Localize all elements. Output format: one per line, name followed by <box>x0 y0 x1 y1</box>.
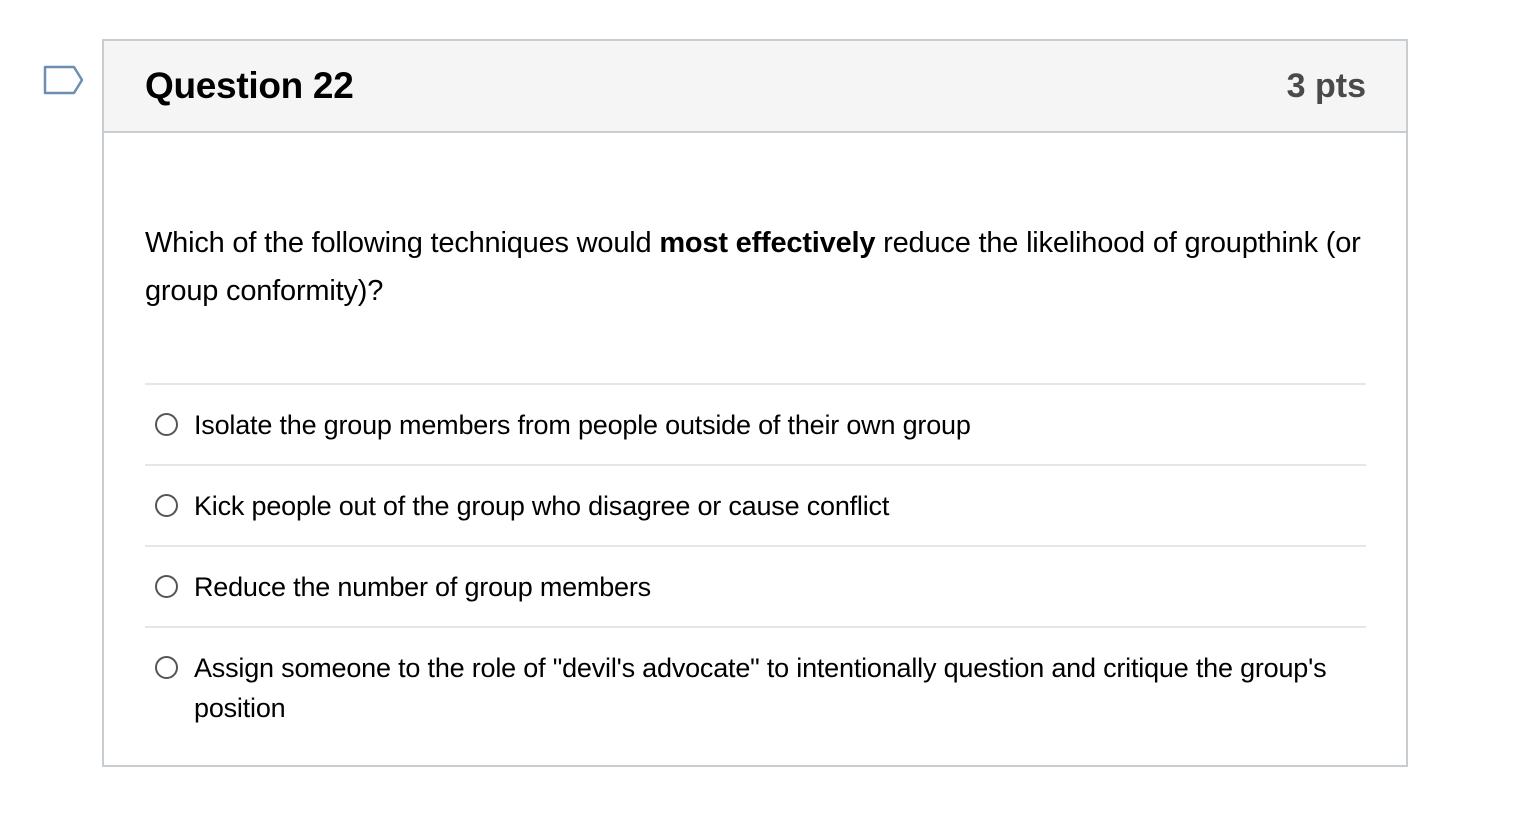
answer-label[interactable]: Isolate the group members from people ou… <box>194 405 971 445</box>
answer-option[interactable]: Isolate the group members from people ou… <box>145 385 1366 466</box>
radio-button[interactable] <box>155 656 178 679</box>
question-text-emphasis: most effectively <box>659 227 876 259</box>
question-points: 3 pts <box>1286 66 1366 105</box>
question-text-start: Which of the following techniques would <box>145 227 660 259</box>
answer-option[interactable]: Reduce the number of group members <box>145 547 1366 628</box>
question-title: Question 22 <box>145 65 354 106</box>
answer-option[interactable]: Kick people out of the group who disagre… <box>145 466 1366 547</box>
answer-label[interactable]: Kick people out of the group who disagre… <box>194 486 889 526</box>
flag-question-icon[interactable] <box>42 64 86 102</box>
question-card: Question 22 3 pts Which of the following… <box>102 39 1408 767</box>
question-text: Which of the following techniques would … <box>145 219 1366 315</box>
radio-button[interactable] <box>155 413 178 436</box>
radio-button[interactable] <box>155 575 178 598</box>
answer-list: Isolate the group members from people ou… <box>145 383 1366 747</box>
answer-label[interactable]: Reduce the number of group members <box>194 567 651 607</box>
radio-button[interactable] <box>155 494 178 517</box>
question-body: Which of the following techniques would … <box>104 133 1406 747</box>
answer-option[interactable]: Assign someone to the role of "devil's a… <box>145 628 1366 747</box>
answer-label[interactable]: Assign someone to the role of "devil's a… <box>194 648 1366 728</box>
question-header: Question 22 3 pts <box>104 41 1406 133</box>
